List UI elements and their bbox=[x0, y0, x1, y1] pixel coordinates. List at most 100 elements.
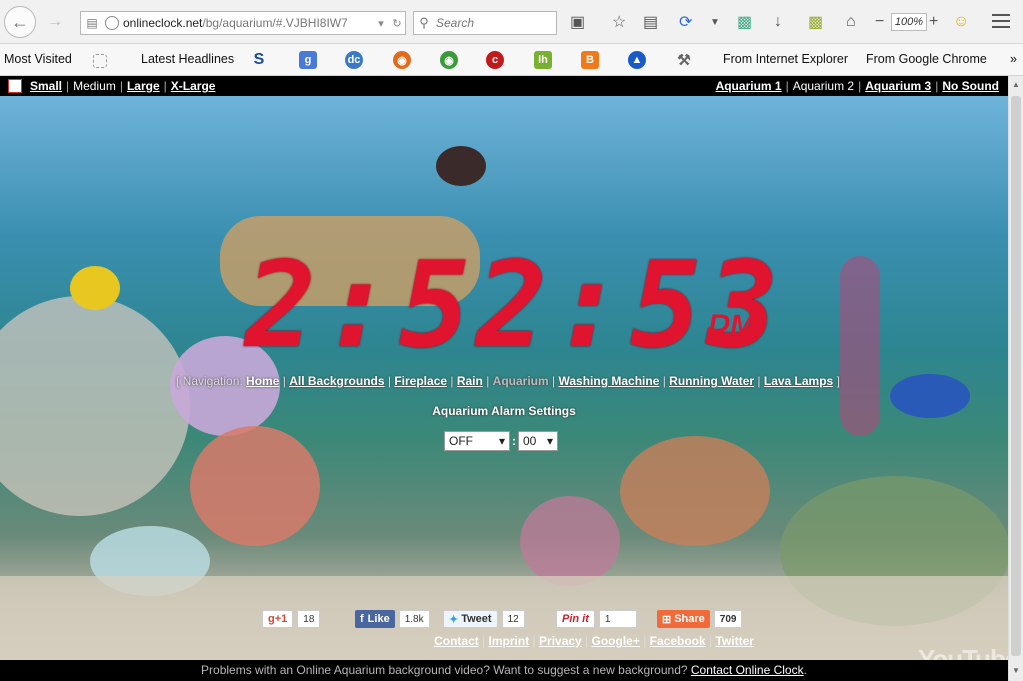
bookmark-latest-headlines[interactable]: Latest Headlines bbox=[141, 52, 234, 66]
lh-icon[interactable]: lh bbox=[534, 51, 552, 69]
search-box[interactable]: ⚲ bbox=[413, 11, 557, 35]
share-count: 709 bbox=[713, 610, 743, 628]
reload-icon[interactable]: ↻ bbox=[389, 17, 405, 30]
clock-logo-icon[interactable] bbox=[8, 79, 22, 93]
scroll-up-icon[interactable]: ▲ bbox=[1009, 78, 1023, 92]
pink-anemone-decoration bbox=[520, 496, 620, 586]
search-icon: ⚲ bbox=[419, 15, 429, 30]
footer-googleplus-link[interactable]: Google+ bbox=[592, 634, 640, 648]
chrome-icon[interactable]: ◉ bbox=[440, 51, 458, 69]
footer-facebook-link[interactable]: Facebook bbox=[650, 634, 706, 648]
browser-toolbar: ← → ▤ onlineclock.net/bg/aquarium/#.VJBH… bbox=[0, 0, 1023, 44]
site-top-bar: Small | Medium | Large | X-Large Aquarium 1 | Aq… bbox=[0, 76, 1008, 96]
nav-fireplace-link[interactable]: Fireplace bbox=[394, 374, 447, 388]
download-icon[interactable]: ↓ bbox=[774, 12, 782, 32]
alarm-settings-title: Aquarium Alarm Settings bbox=[432, 404, 576, 418]
footer-contact-link[interactable]: Contact bbox=[434, 634, 479, 648]
aquarium-options: Aquarium 1 | Aquarium 2 | Aquarium 3 | No Soun… bbox=[715, 79, 999, 93]
drop-icon[interactable]: ▲ bbox=[628, 51, 646, 69]
clock-ampm: PM bbox=[706, 308, 755, 354]
zoom-out-icon[interactable]: − bbox=[875, 12, 884, 32]
tweet-button[interactable]: ✦ Tweet bbox=[443, 610, 498, 628]
aquarium-1-link[interactable]: Aquarium 1 bbox=[716, 79, 782, 93]
nav-home-link[interactable]: Home bbox=[246, 374, 279, 388]
plus-icon: ⊞ bbox=[662, 613, 672, 626]
address-bar[interactable]: ▤ onlineclock.net/bg/aquarium/#.VJBHI8IW… bbox=[80, 11, 406, 35]
search-input[interactable] bbox=[434, 15, 548, 31]
bookmark-from-chrome[interactable]: From Google Chrome bbox=[866, 52, 987, 66]
camera-icon[interactable]: ▣ bbox=[570, 12, 585, 32]
size-options: Small | Medium | Large | X-Large bbox=[30, 79, 216, 93]
scroll-down-icon[interactable]: ▼ bbox=[1009, 664, 1023, 678]
no-sound-link[interactable]: No Sound bbox=[942, 79, 999, 93]
site-navigation: [ Navigation: Home | All Backgrounds | F… bbox=[176, 374, 840, 388]
size-medium-label: Medium bbox=[73, 79, 116, 93]
gplus-count: 18 bbox=[297, 610, 321, 628]
nav-rain-link[interactable]: Rain bbox=[457, 374, 483, 388]
zoom-in-icon[interactable]: + bbox=[929, 12, 938, 32]
footer-imprint-link[interactable]: Imprint bbox=[489, 634, 530, 648]
bookmark-most-visited[interactable]: Most Visited bbox=[4, 52, 72, 66]
nav-running-water-link[interactable]: Running Water bbox=[669, 374, 754, 388]
aquarium-3-link[interactable]: Aquarium 3 bbox=[865, 79, 931, 93]
back-button[interactable]: ← bbox=[4, 6, 36, 38]
twitter-bird-icon: ✦ bbox=[449, 613, 459, 626]
tweet-widget: ✦ Tweet 12 bbox=[443, 610, 525, 628]
footer-twitter-link[interactable]: Twitter bbox=[715, 634, 753, 648]
alarm-hour-value: OFF bbox=[449, 434, 473, 448]
alarm-hour-select[interactable]: OFF ▾ bbox=[444, 431, 510, 451]
sync-icon[interactable]: ⟳ bbox=[679, 12, 692, 32]
zoom-level[interactable]: 100% bbox=[891, 13, 927, 31]
bookmark-star-icon[interactable]: ☆ bbox=[612, 12, 626, 32]
facebook-like-button[interactable]: f Like bbox=[355, 610, 395, 628]
size-xlarge-link[interactable]: X-Large bbox=[171, 79, 216, 93]
share-button[interactable]: ⊞ Share bbox=[657, 610, 710, 628]
s-logo-icon[interactable]: S bbox=[250, 51, 268, 69]
sync-dropdown-icon[interactable]: ▼ bbox=[710, 12, 720, 32]
forward-button[interactable]: → bbox=[44, 12, 66, 32]
url-dropdown-icon[interactable]: ▾ bbox=[373, 17, 389, 30]
blank-page-icon[interactable] bbox=[93, 54, 107, 68]
alarm-controls: OFF ▾ : 00 ▾ bbox=[444, 431, 558, 451]
bottom-message: Problems with an Online Aquarium backgro… bbox=[201, 663, 688, 677]
chevron-down-icon: ▾ bbox=[546, 434, 553, 448]
share-widget: ⊞ Share 709 bbox=[657, 610, 743, 628]
globe-icon bbox=[105, 16, 119, 30]
page-icon: ▤ bbox=[86, 16, 98, 30]
vertical-scrollbar[interactable]: ▲ ▼ bbox=[1008, 76, 1023, 681]
home-icon[interactable]: ⌂ bbox=[846, 12, 856, 32]
screenshot-icon[interactable]: ▩ bbox=[737, 12, 752, 32]
blogger-icon[interactable]: B bbox=[581, 51, 599, 69]
firefox-icon[interactable]: ◉ bbox=[393, 51, 411, 69]
chevron-down-icon: ▾ bbox=[498, 434, 505, 448]
aquarium-2-label: Aquarium 2 bbox=[792, 79, 855, 93]
size-large-link[interactable]: Large bbox=[127, 79, 160, 93]
dc-icon[interactable]: dc bbox=[345, 51, 363, 69]
url-text[interactable]: onlineclock.net/bg/aquarium/#.VJBHI8IW7 bbox=[123, 16, 373, 30]
reading-list-icon[interactable]: ▤ bbox=[643, 12, 658, 32]
nav-lava-lamps-link[interactable]: Lava Lamps bbox=[764, 374, 833, 388]
scrollbar-thumb[interactable] bbox=[1011, 96, 1021, 656]
contact-online-clock-link[interactable]: Contact Online Clock bbox=[691, 663, 804, 677]
bookmarks-overflow-icon[interactable]: » bbox=[1010, 52, 1017, 66]
nav-washing-machine-link[interactable]: Washing Machine bbox=[558, 374, 659, 388]
tools-icon[interactable]: ⚒ bbox=[675, 51, 693, 69]
nav-aquarium-current: Aquarium bbox=[492, 374, 549, 388]
menu-icon[interactable] bbox=[992, 14, 1010, 28]
gplus-widget: g+1 18 bbox=[262, 610, 321, 628]
footer-privacy-link[interactable]: Privacy bbox=[539, 634, 582, 648]
nav-all-backgrounds-link[interactable]: All Backgrounds bbox=[289, 374, 384, 388]
google-icon[interactable]: g bbox=[299, 51, 317, 69]
yellow-fish-decoration bbox=[70, 266, 120, 310]
size-small-link[interactable]: Small bbox=[30, 79, 62, 93]
c-icon[interactable]: c bbox=[486, 51, 504, 69]
bookmark-from-ie[interactable]: From Internet Explorer bbox=[723, 52, 848, 66]
facebook-icon: f bbox=[360, 613, 364, 625]
tweet-count: 12 bbox=[501, 610, 525, 628]
pinit-button[interactable]: Pin it bbox=[556, 610, 595, 628]
gplus-button[interactable]: g+1 bbox=[262, 610, 294, 628]
yslow-icon[interactable]: ▩ bbox=[808, 12, 823, 32]
alarm-minute-select[interactable]: 00 ▾ bbox=[518, 431, 558, 451]
smiley-icon[interactable]: ☺ bbox=[953, 12, 969, 32]
alarm-separator: : bbox=[512, 434, 516, 448]
